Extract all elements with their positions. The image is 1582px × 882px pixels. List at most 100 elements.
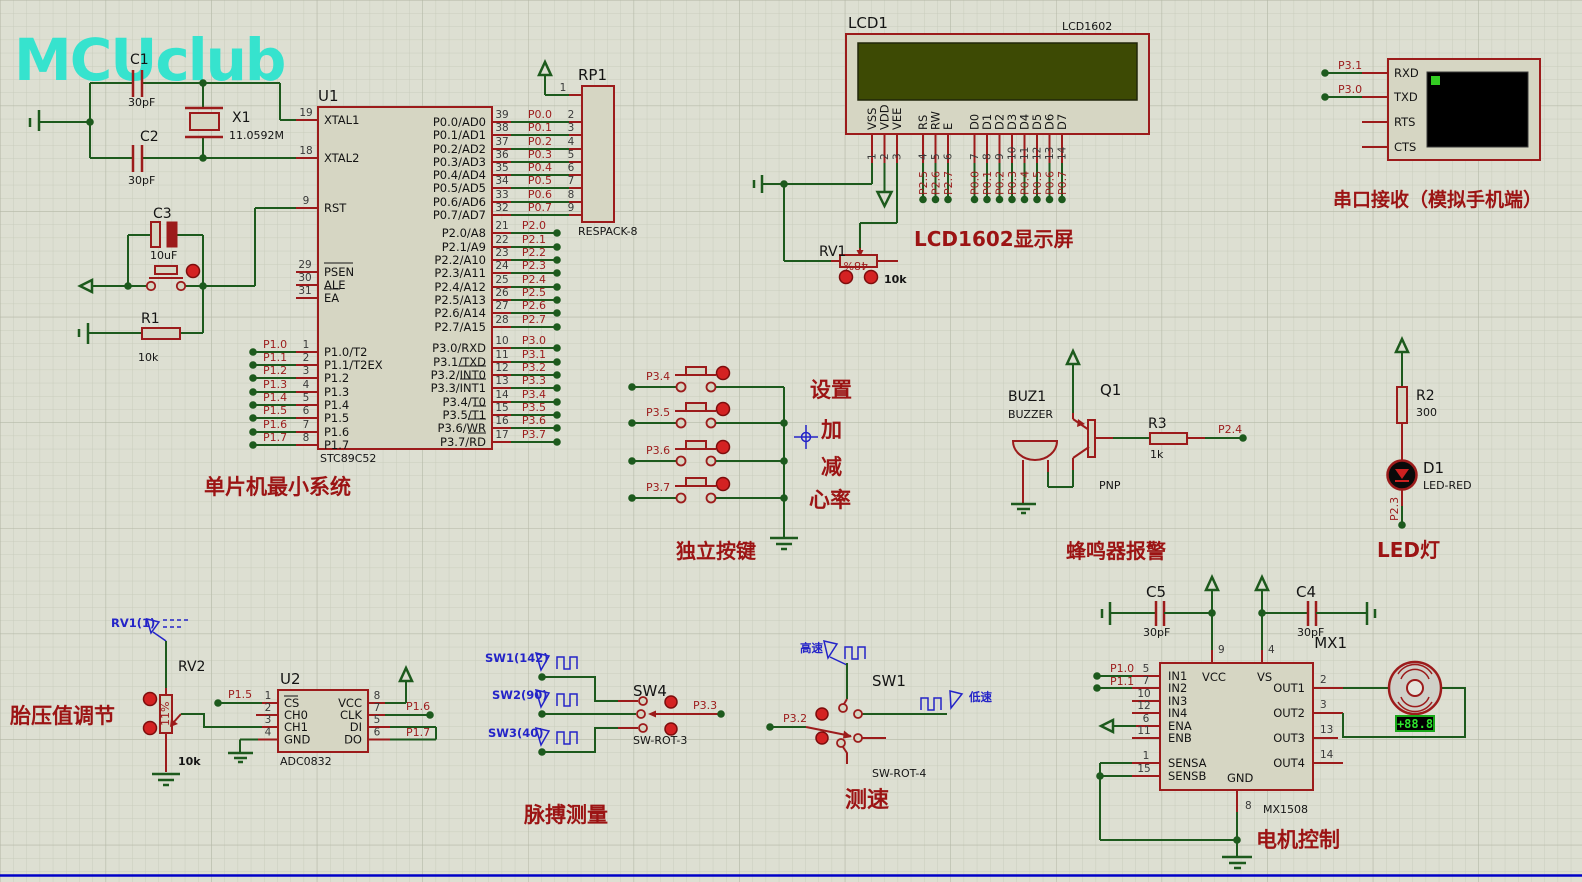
svg-text:VEE: VEE — [890, 108, 904, 130]
u1-part: STC89C52 — [320, 452, 376, 465]
svg-text:P0.2: P0.2 — [528, 135, 552, 148]
svg-text:高速: 高速 — [800, 641, 823, 655]
svg-text:PSEN: PSEN — [324, 265, 354, 279]
c5-ref: C5 — [1146, 583, 1166, 601]
rv2-increase-button[interactable] — [144, 693, 157, 706]
svg-text:5: 5 — [1143, 663, 1150, 675]
rv2-percent: 11% — [159, 702, 172, 726]
rv2-decrease-button[interactable] — [144, 722, 157, 735]
svg-text:13: 13 — [1320, 724, 1333, 736]
svg-text:P1.1: P1.1 — [263, 351, 287, 364]
d1-net: P2.3 — [1388, 497, 1401, 521]
svg-text:12: 12 — [1032, 147, 1044, 160]
key3-button-icon[interactable] — [717, 441, 730, 454]
u2-part: ADC0832 — [280, 755, 332, 768]
svg-text:P0.4: P0.4 — [528, 161, 552, 174]
svg-text:3: 3 — [568, 122, 575, 134]
svg-text:P1.5: P1.5 — [228, 688, 252, 701]
sw4-up-button[interactable] — [665, 696, 677, 708]
svg-text:15: 15 — [1137, 763, 1150, 775]
svg-text:18: 18 — [299, 145, 312, 157]
serial-terminal[interactable]: RXD TXD RTS CTS — [1388, 59, 1540, 160]
caption-key1: 设置 — [810, 378, 852, 402]
svg-text:2: 2 — [1320, 674, 1327, 686]
svg-text:9: 9 — [1218, 644, 1225, 656]
svg-text:P1.3: P1.3 — [324, 385, 349, 399]
sw4-part: SW-ROT-3 — [633, 734, 687, 747]
sw1-up-button[interactable] — [816, 708, 828, 720]
buz1-part: BUZZER — [1008, 408, 1053, 421]
svg-text:10: 10 — [1137, 688, 1150, 700]
svg-text:1: 1 — [1143, 750, 1150, 762]
svg-text:P3.0/RXD: P3.0/RXD — [432, 341, 486, 355]
rv1-increase-button[interactable] — [840, 271, 853, 284]
svg-text:32: 32 — [495, 202, 508, 214]
svg-text:10: 10 — [1007, 147, 1019, 160]
svg-text:31: 31 — [298, 285, 311, 297]
svg-text:P3.2: P3.2 — [783, 712, 807, 725]
c2-value: 30pF — [128, 174, 155, 187]
svg-text:11: 11 — [495, 349, 508, 361]
svg-text:P3.1/TXD: P3.1/TXD — [433, 355, 486, 369]
r2-ref: R2 — [1416, 388, 1435, 404]
serial-cursor — [1431, 76, 1440, 85]
svg-text:38: 38 — [495, 122, 508, 134]
sw1-down-button[interactable] — [816, 732, 828, 744]
r3-net: P2.4 — [1218, 423, 1242, 436]
svg-text:33: 33 — [495, 189, 508, 201]
svg-text:P1.0: P1.0 — [263, 338, 287, 351]
svg-text:TXD: TXD — [1393, 90, 1418, 104]
svg-text:P1.2: P1.2 — [324, 371, 349, 385]
caption-lcd: LCD1602显示屏 — [914, 227, 1074, 251]
svg-text:P3.2/INT0: P3.2/INT0 — [431, 368, 486, 382]
caption-mcu-system: 单片机最小系统 — [204, 475, 351, 499]
svg-text:RXD: RXD — [1394, 66, 1419, 80]
svg-text:ALE: ALE — [324, 278, 346, 292]
sw4-down-button[interactable] — [665, 723, 677, 735]
rp1-part: RESPACK-8 — [578, 225, 638, 238]
svg-text:P3.7: P3.7 — [522, 428, 546, 441]
rv1-decrease-button[interactable] — [865, 271, 878, 284]
svg-text:4: 4 — [1268, 644, 1275, 656]
svg-text:P0.7: P0.7 — [528, 201, 552, 214]
svg-text:6: 6 — [1143, 713, 1150, 725]
svg-text:P3.0: P3.0 — [1338, 83, 1362, 96]
lcd-ref: LCD1 — [848, 14, 888, 32]
svg-text:P0.2: P0.2 — [994, 171, 1007, 195]
svg-text:P2.6: P2.6 — [522, 299, 546, 312]
svg-text:P2.2/A10: P2.2/A10 — [434, 253, 486, 267]
caption-key3: 减 — [821, 455, 842, 479]
key1-button-icon[interactable] — [717, 367, 730, 380]
svg-text:CTS: CTS — [1394, 140, 1416, 154]
r1-ref: R1 — [141, 311, 160, 327]
svg-text:XTAL2: XTAL2 — [324, 151, 359, 165]
svg-text:P3.3: P3.3 — [693, 699, 717, 712]
svg-text:P1.1: P1.1 — [1110, 675, 1134, 688]
svg-text:P1.6: P1.6 — [263, 418, 287, 431]
svg-text:14: 14 — [1057, 146, 1069, 160]
svg-text:P0.5: P0.5 — [1031, 171, 1044, 195]
svg-text:P0.4: P0.4 — [1019, 171, 1032, 195]
caption-tire: 胎压值调节 — [10, 704, 115, 728]
svg-text:27: 27 — [495, 300, 508, 312]
key4-button-icon[interactable] — [717, 478, 730, 491]
svg-text:IN2: IN2 — [1168, 681, 1187, 695]
serial-screen — [1427, 72, 1528, 147]
key2-button-icon[interactable] — [717, 403, 730, 416]
svg-text:RST: RST — [324, 201, 347, 215]
q1-ref: Q1 — [1100, 381, 1121, 399]
svg-text:P1.7: P1.7 — [406, 726, 430, 739]
svg-text:P2.7: P2.7 — [522, 313, 546, 326]
svg-text:P0.2/AD2: P0.2/AD2 — [433, 142, 486, 156]
svg-text:P2.5: P2.5 — [522, 286, 546, 299]
d1-ref: D1 — [1423, 459, 1444, 477]
svg-text:5: 5 — [303, 392, 310, 404]
svg-text:P1.6: P1.6 — [324, 425, 349, 439]
svg-text:28: 28 — [495, 314, 508, 326]
svg-text:5: 5 — [568, 149, 575, 161]
caption-speed: 测速 — [845, 787, 889, 813]
caption-keys: 独立按键 — [676, 539, 756, 563]
reset-button-icon[interactable] — [187, 265, 200, 278]
c3-ref: C3 — [153, 206, 172, 222]
svg-text:4: 4 — [303, 379, 310, 391]
